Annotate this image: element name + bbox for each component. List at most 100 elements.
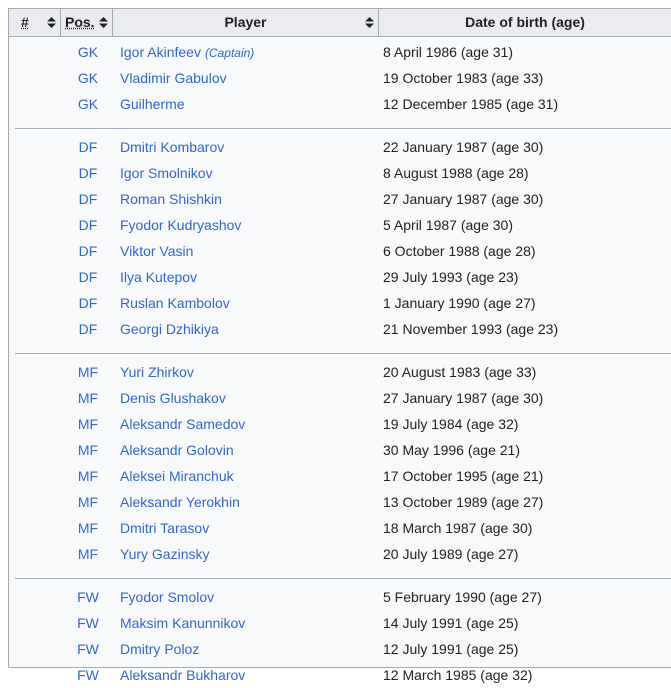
group-divider [15, 578, 671, 579]
captain-link[interactable]: (Captain) [205, 46, 254, 60]
table-header: # Pos. Player Date of birth (age) [9, 9, 671, 37]
date-of-birth: 17 October 1995 (age 21) [383, 468, 544, 484]
player-name-link[interactable]: Aleksei Miranchuk [120, 468, 234, 484]
player-cell: Viktor Vasin [120, 238, 193, 264]
player-cell: Aleksandr Yerokhin [120, 489, 240, 515]
date-of-birth: 12 December 1985 (age 31) [383, 96, 559, 112]
position-link[interactable]: DF [63, 186, 113, 212]
player-name-link[interactable]: Aleksandr Golovin [120, 442, 234, 458]
date-of-birth: 27 January 1987 (age 30) [383, 191, 544, 207]
player-name-link[interactable]: Dmitri Kombarov [120, 139, 224, 155]
table-row: MF Yuri Zhirkov 20 August 1983 (age 33) [9, 359, 671, 385]
player-name-link[interactable]: Ilya Kutepov [120, 269, 197, 285]
player-name-link[interactable]: Denis Glushakov [120, 390, 226, 406]
date-of-birth: 20 August 1983 (age 33) [383, 364, 537, 380]
table-row: MF Dmitri Tarasov 18 March 1987 (age 30) [9, 515, 671, 541]
player-name-link[interactable]: Maksim Kanunnikov [120, 615, 245, 631]
date-of-birth: 13 October 1989 (age 27) [383, 494, 544, 510]
player-name-link[interactable]: Viktor Vasin [120, 243, 193, 259]
player-cell: Dmitri Tarasov [120, 515, 209, 541]
position-link[interactable]: DF [63, 212, 113, 238]
group-divider [15, 128, 671, 129]
player-name-link[interactable]: Roman Shishkin [120, 191, 222, 207]
sort-icon[interactable] [365, 9, 374, 36]
position-link[interactable]: GK [63, 39, 113, 65]
group-divider [15, 353, 671, 354]
position-link[interactable]: MF [63, 411, 113, 437]
player-cell: Maksim Kanunnikov [120, 610, 245, 636]
date-of-birth: 6 October 1988 (age 28) [383, 243, 536, 259]
player-name-link[interactable]: Vladimir Gabulov [120, 70, 227, 86]
position-link[interactable]: GK [63, 65, 113, 91]
position-link[interactable]: DF [63, 264, 113, 290]
date-of-birth: 14 July 1991 (age 25) [383, 615, 519, 631]
player-cell: Aleksandr Golovin [120, 437, 234, 463]
position-link[interactable]: DF [63, 160, 113, 186]
player-name-link[interactable]: Igor Akinfeev [120, 44, 201, 60]
player-name-link[interactable]: Fyodor Kudryashov [120, 217, 241, 233]
column-header-dob-label: Date of birth (age) [465, 14, 585, 30]
date-of-birth: 20 July 1989 (age 27) [383, 546, 519, 562]
position-link[interactable]: MF [63, 385, 113, 411]
table-row: DF Ruslan Kambolov 1 January 1990 (age 27) [9, 290, 671, 316]
position-link[interactable]: MF [63, 515, 113, 541]
column-header-player[interactable]: Player [113, 9, 379, 36]
column-header-number[interactable]: # [9, 9, 61, 36]
position-link[interactable]: GK [63, 91, 113, 117]
player-name-link[interactable]: Aleksandr Yerokhin [120, 494, 240, 510]
player-name-link[interactable]: Igor Smolnikov [120, 165, 213, 181]
position-link[interactable]: FW [63, 610, 113, 636]
date-of-birth: 29 July 1993 (age 23) [383, 269, 519, 285]
position-link[interactable]: DF [63, 134, 113, 160]
table-row: DF Viktor Vasin 6 October 1988 (age 28) [9, 238, 671, 264]
table-row: GK Igor Akinfeev (Captain) 8 April 1986 (ag… [9, 39, 671, 65]
date-of-birth: 12 July 1991 (age 25) [383, 641, 519, 657]
player-name-link[interactable]: Yuri Zhirkov [120, 364, 194, 380]
table-row: FW Maksim Kanunnikov 14 July 1991 (age 25) [9, 610, 671, 636]
table-row: DF Roman Shishkin 27 January 1987 (age 30) [9, 186, 671, 212]
date-of-birth: 21 November 1993 (age 23) [383, 321, 559, 337]
position-link[interactable]: MF [63, 437, 113, 463]
table-row: FW Aleksandr Bukharov 12 March 1985 (age 3… [9, 662, 671, 688]
position-link[interactable]: DF [63, 316, 113, 342]
date-of-birth: 5 February 1990 (age 27) [383, 589, 542, 605]
player-cell: Aleksandr Bukharov [120, 662, 245, 688]
player-name-link[interactable]: Dmitri Tarasov [120, 520, 209, 536]
table-row: MF Aleksei Miranchuk 17 October 1995 (age … [9, 463, 671, 489]
table-row: MF Denis Glushakov 27 January 1987 (age 30… [9, 385, 671, 411]
player-name-link[interactable]: Georgi Dzhikiya [120, 321, 219, 337]
player-name-link[interactable]: Dmitry Poloz [120, 641, 199, 657]
table-row: DF Dmitri Kombarov 22 January 1987 (age 30… [9, 134, 671, 160]
player-cell: Dmitry Poloz [120, 636, 199, 662]
position-link[interactable]: MF [63, 463, 113, 489]
position-link[interactable]: DF [63, 290, 113, 316]
position-link[interactable]: DF [63, 238, 113, 264]
player-name-link[interactable]: Fyodor Smolov [120, 589, 214, 605]
position-link[interactable]: MF [63, 489, 113, 515]
position-link[interactable]: MF [63, 541, 113, 567]
date-of-birth: 30 May 1996 (age 21) [383, 442, 520, 458]
table-row: DF Ilya Kutepov 29 July 1993 (age 23) [9, 264, 671, 290]
sort-icon[interactable] [47, 9, 56, 36]
position-link[interactable]: FW [63, 662, 113, 688]
player-name-link[interactable]: Aleksandr Bukharov [120, 667, 245, 683]
position-link[interactable]: FW [63, 636, 113, 662]
date-of-birth: 18 March 1987 (age 30) [383, 520, 533, 536]
player-cell: Yury Gazinsky [120, 541, 209, 567]
player-cell: Denis Glushakov [120, 385, 226, 411]
column-header-player-label: Player [224, 14, 267, 30]
player-name-link[interactable]: Aleksandr Samedov [120, 416, 245, 432]
table-row: GK Vladimir Gabulov 19 October 1983 (age 3… [9, 65, 671, 91]
position-link[interactable]: FW [63, 584, 113, 610]
position-link[interactable]: MF [63, 359, 113, 385]
column-header-position[interactable]: Pos. [61, 9, 113, 36]
player-name-link[interactable]: Ruslan Kambolov [120, 295, 230, 311]
player-name-link[interactable]: Yury Gazinsky [120, 546, 209, 562]
player-cell: Vladimir Gabulov [120, 65, 227, 91]
sort-icon[interactable] [99, 9, 108, 36]
date-of-birth: 27 January 1987 (age 30) [383, 390, 544, 406]
player-cell: Dmitri Kombarov [120, 134, 224, 160]
table-row: MF Aleksandr Samedov 19 July 1984 (age 32) [9, 411, 671, 437]
player-name-link[interactable]: Guilherme [120, 96, 185, 112]
date-of-birth: 8 August 1988 (age 28) [383, 165, 529, 181]
